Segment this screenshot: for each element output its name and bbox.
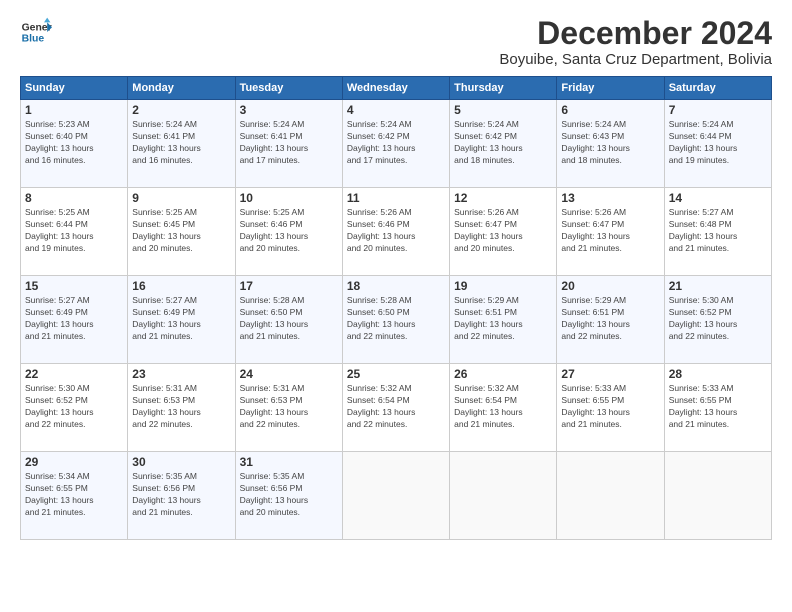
table-row: 3Sunrise: 5:24 AMSunset: 6:41 PMDaylight…	[235, 100, 342, 188]
header-friday: Friday	[557, 77, 664, 100]
table-row: 8Sunrise: 5:25 AMSunset: 6:44 PMDaylight…	[21, 188, 128, 276]
table-row: 24Sunrise: 5:31 AMSunset: 6:53 PMDayligh…	[235, 364, 342, 452]
table-row: 29Sunrise: 5:34 AMSunset: 6:55 PMDayligh…	[21, 452, 128, 540]
table-row	[557, 452, 664, 540]
header-tuesday: Tuesday	[235, 77, 342, 100]
page: General Blue December 2024 Boyuibe, Sant…	[0, 0, 792, 612]
table-row: 7Sunrise: 5:24 AMSunset: 6:44 PMDaylight…	[664, 100, 771, 188]
table-row: 10Sunrise: 5:25 AMSunset: 6:46 PMDayligh…	[235, 188, 342, 276]
header-wednesday: Wednesday	[342, 77, 449, 100]
table-row: 12Sunrise: 5:26 AMSunset: 6:47 PMDayligh…	[450, 188, 557, 276]
header-monday: Monday	[128, 77, 235, 100]
header-saturday: Saturday	[664, 77, 771, 100]
table-row: 19Sunrise: 5:29 AMSunset: 6:51 PMDayligh…	[450, 276, 557, 364]
logo-icon: General Blue	[20, 16, 52, 48]
table-row: 26Sunrise: 5:32 AMSunset: 6:54 PMDayligh…	[450, 364, 557, 452]
table-row: 9Sunrise: 5:25 AMSunset: 6:45 PMDaylight…	[128, 188, 235, 276]
header-thursday: Thursday	[450, 77, 557, 100]
calendar-header-row: Sunday Monday Tuesday Wednesday Thursday…	[21, 77, 772, 100]
table-row: 27Sunrise: 5:33 AMSunset: 6:55 PMDayligh…	[557, 364, 664, 452]
table-row: 21Sunrise: 5:30 AMSunset: 6:52 PMDayligh…	[664, 276, 771, 364]
calendar-week-3: 15Sunrise: 5:27 AMSunset: 6:49 PMDayligh…	[21, 276, 772, 364]
table-row: 20Sunrise: 5:29 AMSunset: 6:51 PMDayligh…	[557, 276, 664, 364]
table-row: 5Sunrise: 5:24 AMSunset: 6:42 PMDaylight…	[450, 100, 557, 188]
table-row: 17Sunrise: 5:28 AMSunset: 6:50 PMDayligh…	[235, 276, 342, 364]
table-row: 14Sunrise: 5:27 AMSunset: 6:48 PMDayligh…	[664, 188, 771, 276]
table-row: 4Sunrise: 5:24 AMSunset: 6:42 PMDaylight…	[342, 100, 449, 188]
svg-text:Blue: Blue	[22, 34, 45, 45]
page-subtitle: Boyuibe, Santa Cruz Department, Bolivia	[499, 51, 772, 68]
table-row: 16Sunrise: 5:27 AMSunset: 6:49 PMDayligh…	[128, 276, 235, 364]
page-title: December 2024	[499, 16, 772, 51]
table-row	[664, 452, 771, 540]
table-row: 2Sunrise: 5:24 AMSunset: 6:41 PMDaylight…	[128, 100, 235, 188]
header-sunday: Sunday	[21, 77, 128, 100]
table-row: 25Sunrise: 5:32 AMSunset: 6:54 PMDayligh…	[342, 364, 449, 452]
table-row: 18Sunrise: 5:28 AMSunset: 6:50 PMDayligh…	[342, 276, 449, 364]
table-row: 30Sunrise: 5:35 AMSunset: 6:56 PMDayligh…	[128, 452, 235, 540]
calendar-week-1: 1Sunrise: 5:23 AMSunset: 6:40 PMDaylight…	[21, 100, 772, 188]
table-row: 22Sunrise: 5:30 AMSunset: 6:52 PMDayligh…	[21, 364, 128, 452]
table-row: 1Sunrise: 5:23 AMSunset: 6:40 PMDaylight…	[21, 100, 128, 188]
table-row: 6Sunrise: 5:24 AMSunset: 6:43 PMDaylight…	[557, 100, 664, 188]
table-row: 23Sunrise: 5:31 AMSunset: 6:53 PMDayligh…	[128, 364, 235, 452]
calendar-table: Sunday Monday Tuesday Wednesday Thursday…	[20, 76, 772, 540]
table-row: 15Sunrise: 5:27 AMSunset: 6:49 PMDayligh…	[21, 276, 128, 364]
table-row: 11Sunrise: 5:26 AMSunset: 6:46 PMDayligh…	[342, 188, 449, 276]
calendar-week-2: 8Sunrise: 5:25 AMSunset: 6:44 PMDaylight…	[21, 188, 772, 276]
calendar-week-5: 29Sunrise: 5:34 AMSunset: 6:55 PMDayligh…	[21, 452, 772, 540]
logo: General Blue	[20, 16, 52, 48]
header: General Blue December 2024 Boyuibe, Sant…	[20, 16, 772, 68]
calendar-week-4: 22Sunrise: 5:30 AMSunset: 6:52 PMDayligh…	[21, 364, 772, 452]
table-row	[450, 452, 557, 540]
title-block: December 2024 Boyuibe, Santa Cruz Depart…	[499, 16, 772, 68]
table-row: 28Sunrise: 5:33 AMSunset: 6:55 PMDayligh…	[664, 364, 771, 452]
table-row	[342, 452, 449, 540]
table-row: 31Sunrise: 5:35 AMSunset: 6:56 PMDayligh…	[235, 452, 342, 540]
table-row: 13Sunrise: 5:26 AMSunset: 6:47 PMDayligh…	[557, 188, 664, 276]
